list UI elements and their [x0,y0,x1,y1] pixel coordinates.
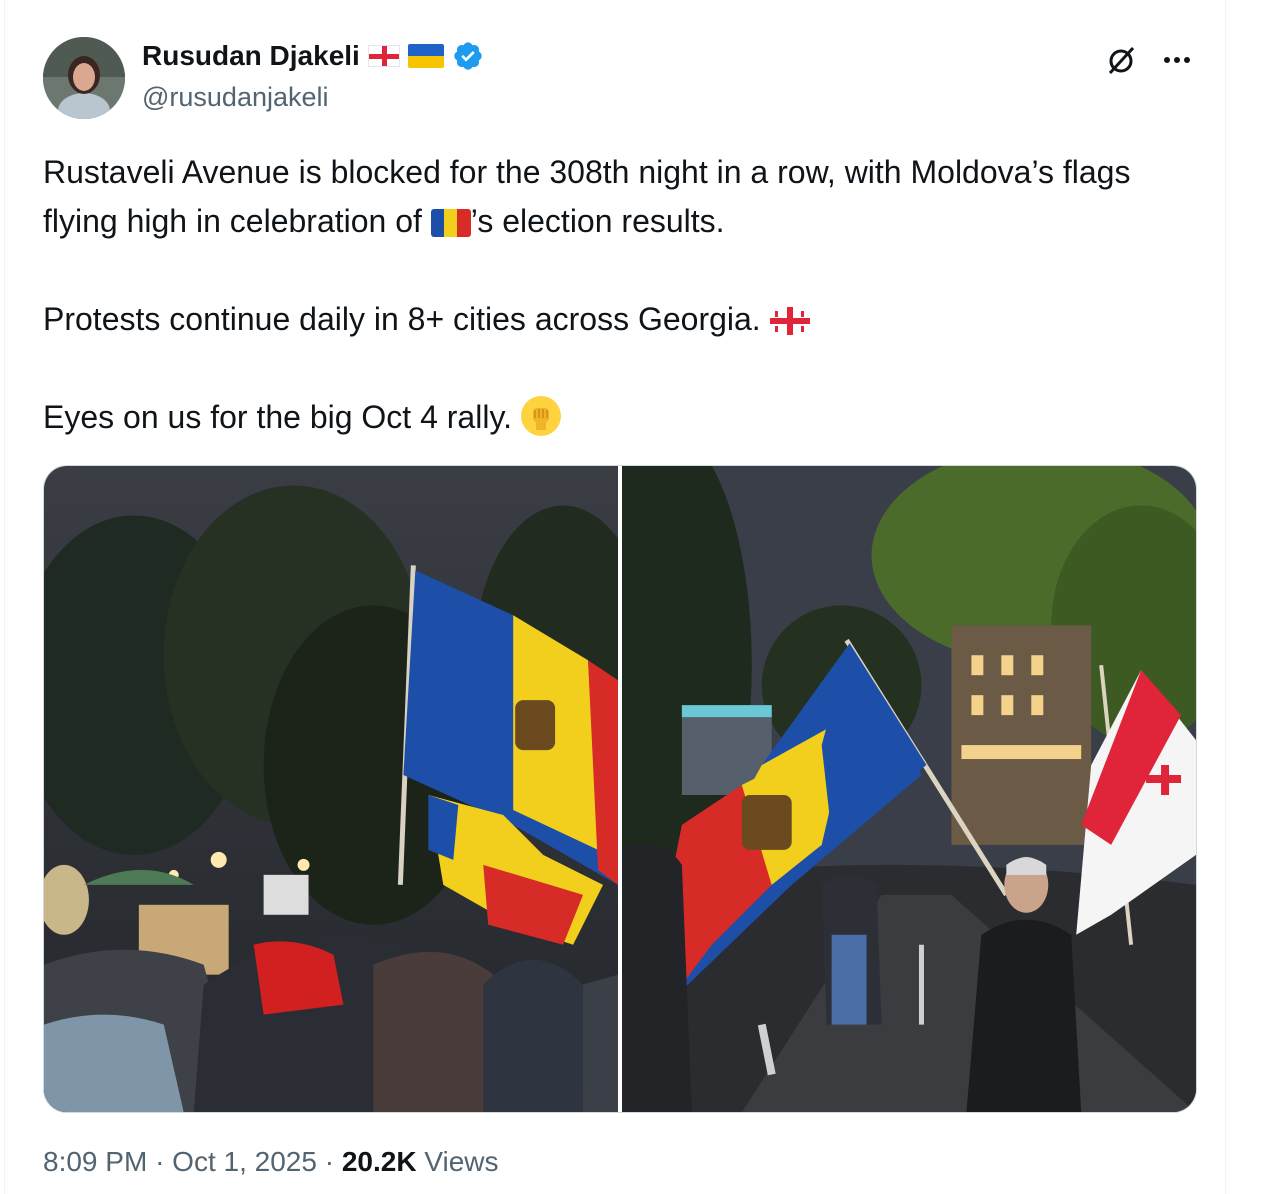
tweet-line1-part2: ’s election results. [470,203,725,239]
ukraine-flag-icon [407,44,444,68]
photo-protest-moldova-flag-crowd [44,466,618,1112]
tweet-date[interactable]: Oct 1, 2025 [172,1146,317,1177]
moldova-flag-icon [430,209,471,237]
georgia-flag-icon [367,45,400,67]
tweet-meta: 8:09 PM · Oct 1, 2025 · 20.2K Views [43,1146,499,1178]
tweet-line3: Eyes on us for the big Oct 4 rally. [43,399,521,435]
photo-2[interactable] [622,466,1196,1112]
views-label: Views [424,1146,499,1177]
views-count: 20.2K [341,1146,417,1177]
tweet-text: Rustaveli Avenue is blocked for the 308t… [43,148,1203,442]
media-gallery [43,465,1197,1113]
verified-badge-icon [454,42,482,70]
raised-fist-icon [520,396,561,436]
more-icon[interactable] [1157,42,1197,78]
grok-icon[interactable] [1101,42,1141,78]
photo-1[interactable] [44,466,618,1112]
meta-separator: · [155,1146,165,1177]
georgia-flag-icon [769,307,810,335]
photo-protest-street-flags [622,466,1196,1112]
display-name[interactable]: Rusudan Djakeli [142,40,360,72]
avatar[interactable] [43,37,125,119]
meta-separator: · [324,1146,335,1177]
tweet-time[interactable]: 8:09 PM [43,1146,147,1177]
tweet-line2: Protests continue daily in 8+ cities acr… [43,301,770,337]
user-handle[interactable]: @rusudanjakeli [142,82,329,113]
tweet-card: Rusudan Djakeli @rusudanjakeli Rustaveli… [4,0,1226,1194]
